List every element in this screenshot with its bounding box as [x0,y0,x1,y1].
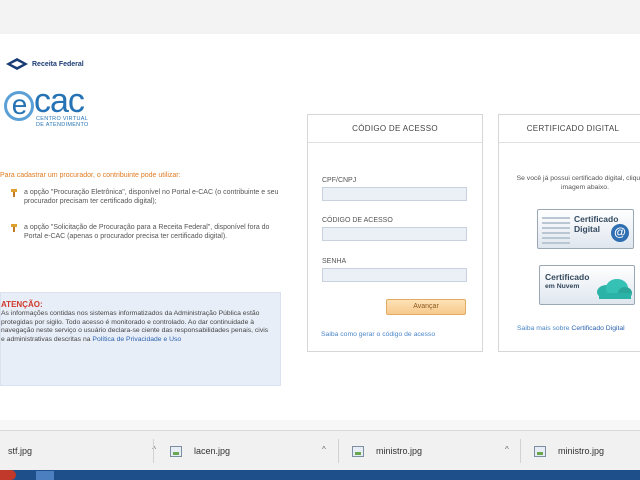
option1-text: a opção "Procuração Eletrônica", disponí… [24,189,279,205]
procurador-intro-text: Para cadastrar um procurador, o contribu… [0,172,181,179]
download-separator [520,439,521,463]
downloads-bar: stf.jpg ^ lacen.jpg ^ ministro.jpg ^ min… [0,430,640,470]
image-file-icon [170,445,182,457]
cloud-icon [597,279,632,299]
access-code-input[interactable] [322,227,467,241]
windows-taskbar [0,470,640,480]
download-item[interactable]: stf.jpg ^ [0,441,156,461]
certificado-nuvem-button[interactable]: Certificado em Nuvem [539,265,635,305]
avancar-button[interactable]: Avançar [386,299,466,315]
cpf-cnpj-input[interactable] [322,187,467,201]
taskbar-app-button[interactable] [36,471,54,480]
start-button[interactable] [0,470,16,480]
digital-certificate-panel: CERTIFICADO DIGITAL Se você já possui ce… [498,114,640,352]
option-solicitacao-procuracao: a opção "Solicitação de Procuração para … [10,223,280,241]
ecac-subtitle: CENTRO VIRTUAL DE ATENDIMENTO [36,116,89,128]
password-input[interactable] [322,268,467,282]
ecac-wordmark: cac [34,82,85,120]
bullet-icon [11,189,17,197]
certificate-info-link[interactable]: Certificado Digital [571,325,624,332]
attention-title: ATENÇÃO: [1,300,43,309]
access-code-label: CÓDIGO DE ACESSO [322,217,393,224]
at-symbol-icon: @ [611,224,629,242]
access-code-panel: CÓDIGO DE ACESSO CPF/CNPJ CÓDIGO DE ACES… [307,114,483,352]
access-code-title: CÓDIGO DE ACESSO [308,115,482,143]
certificate-instructions: Se você já possui certificado digital, c… [516,175,640,191]
ecac-logo: e cac CENTRO VIRTUAL DE ATENDIMENTO [0,82,110,136]
receita-federal-logo: Receita Federal [6,58,84,70]
privacy-policy-link[interactable]: Política de Privacidade e Uso [92,336,181,343]
image-file-icon [352,445,364,457]
generate-code-help-link[interactable]: Saiba como gerar o código de acesso [321,331,435,338]
option2-text: a opção "Solicitação de Procuração para … [24,224,270,240]
certificate-more-info: Saiba mais sobre Certificado Digital [517,325,625,332]
download-separator [338,439,339,463]
receita-federal-emblem-icon [6,58,28,70]
bullet-icon [11,224,17,232]
download-item[interactable]: lacen.jpg [170,441,230,461]
attention-body: As informações contidas nos sistemas inf… [1,310,269,343]
image-file-icon [534,445,546,457]
download-item[interactable]: ministro.jpg [352,441,422,461]
ecac-login-page: Receita Federal e cac CENTRO VIRTUAL DE A… [0,34,640,420]
certificado-digital-button[interactable]: Certificado Digital @ [537,209,634,249]
chevron-up-icon[interactable]: ^ [505,445,509,454]
cpf-cnpj-label: CPF/CNPJ [322,177,357,184]
attention-box: ATENÇÃO: As informações contidas nos sis… [0,292,281,386]
browser-top-area [0,0,640,34]
digital-certificate-title: CERTIFICADO DIGITAL [499,115,640,143]
option-procuracao-eletronica: a opção "Procuração Eletrônica", disponí… [10,188,280,206]
download-separator [153,439,154,463]
chevron-up-icon[interactable]: ^ [322,445,326,454]
ecac-e-mark: e [4,91,34,121]
receita-federal-label: Receita Federal [32,60,84,68]
certificate-pattern [542,216,570,244]
download-item[interactable]: ministro.jpg [534,441,604,461]
password-label: SENHA [322,258,347,265]
